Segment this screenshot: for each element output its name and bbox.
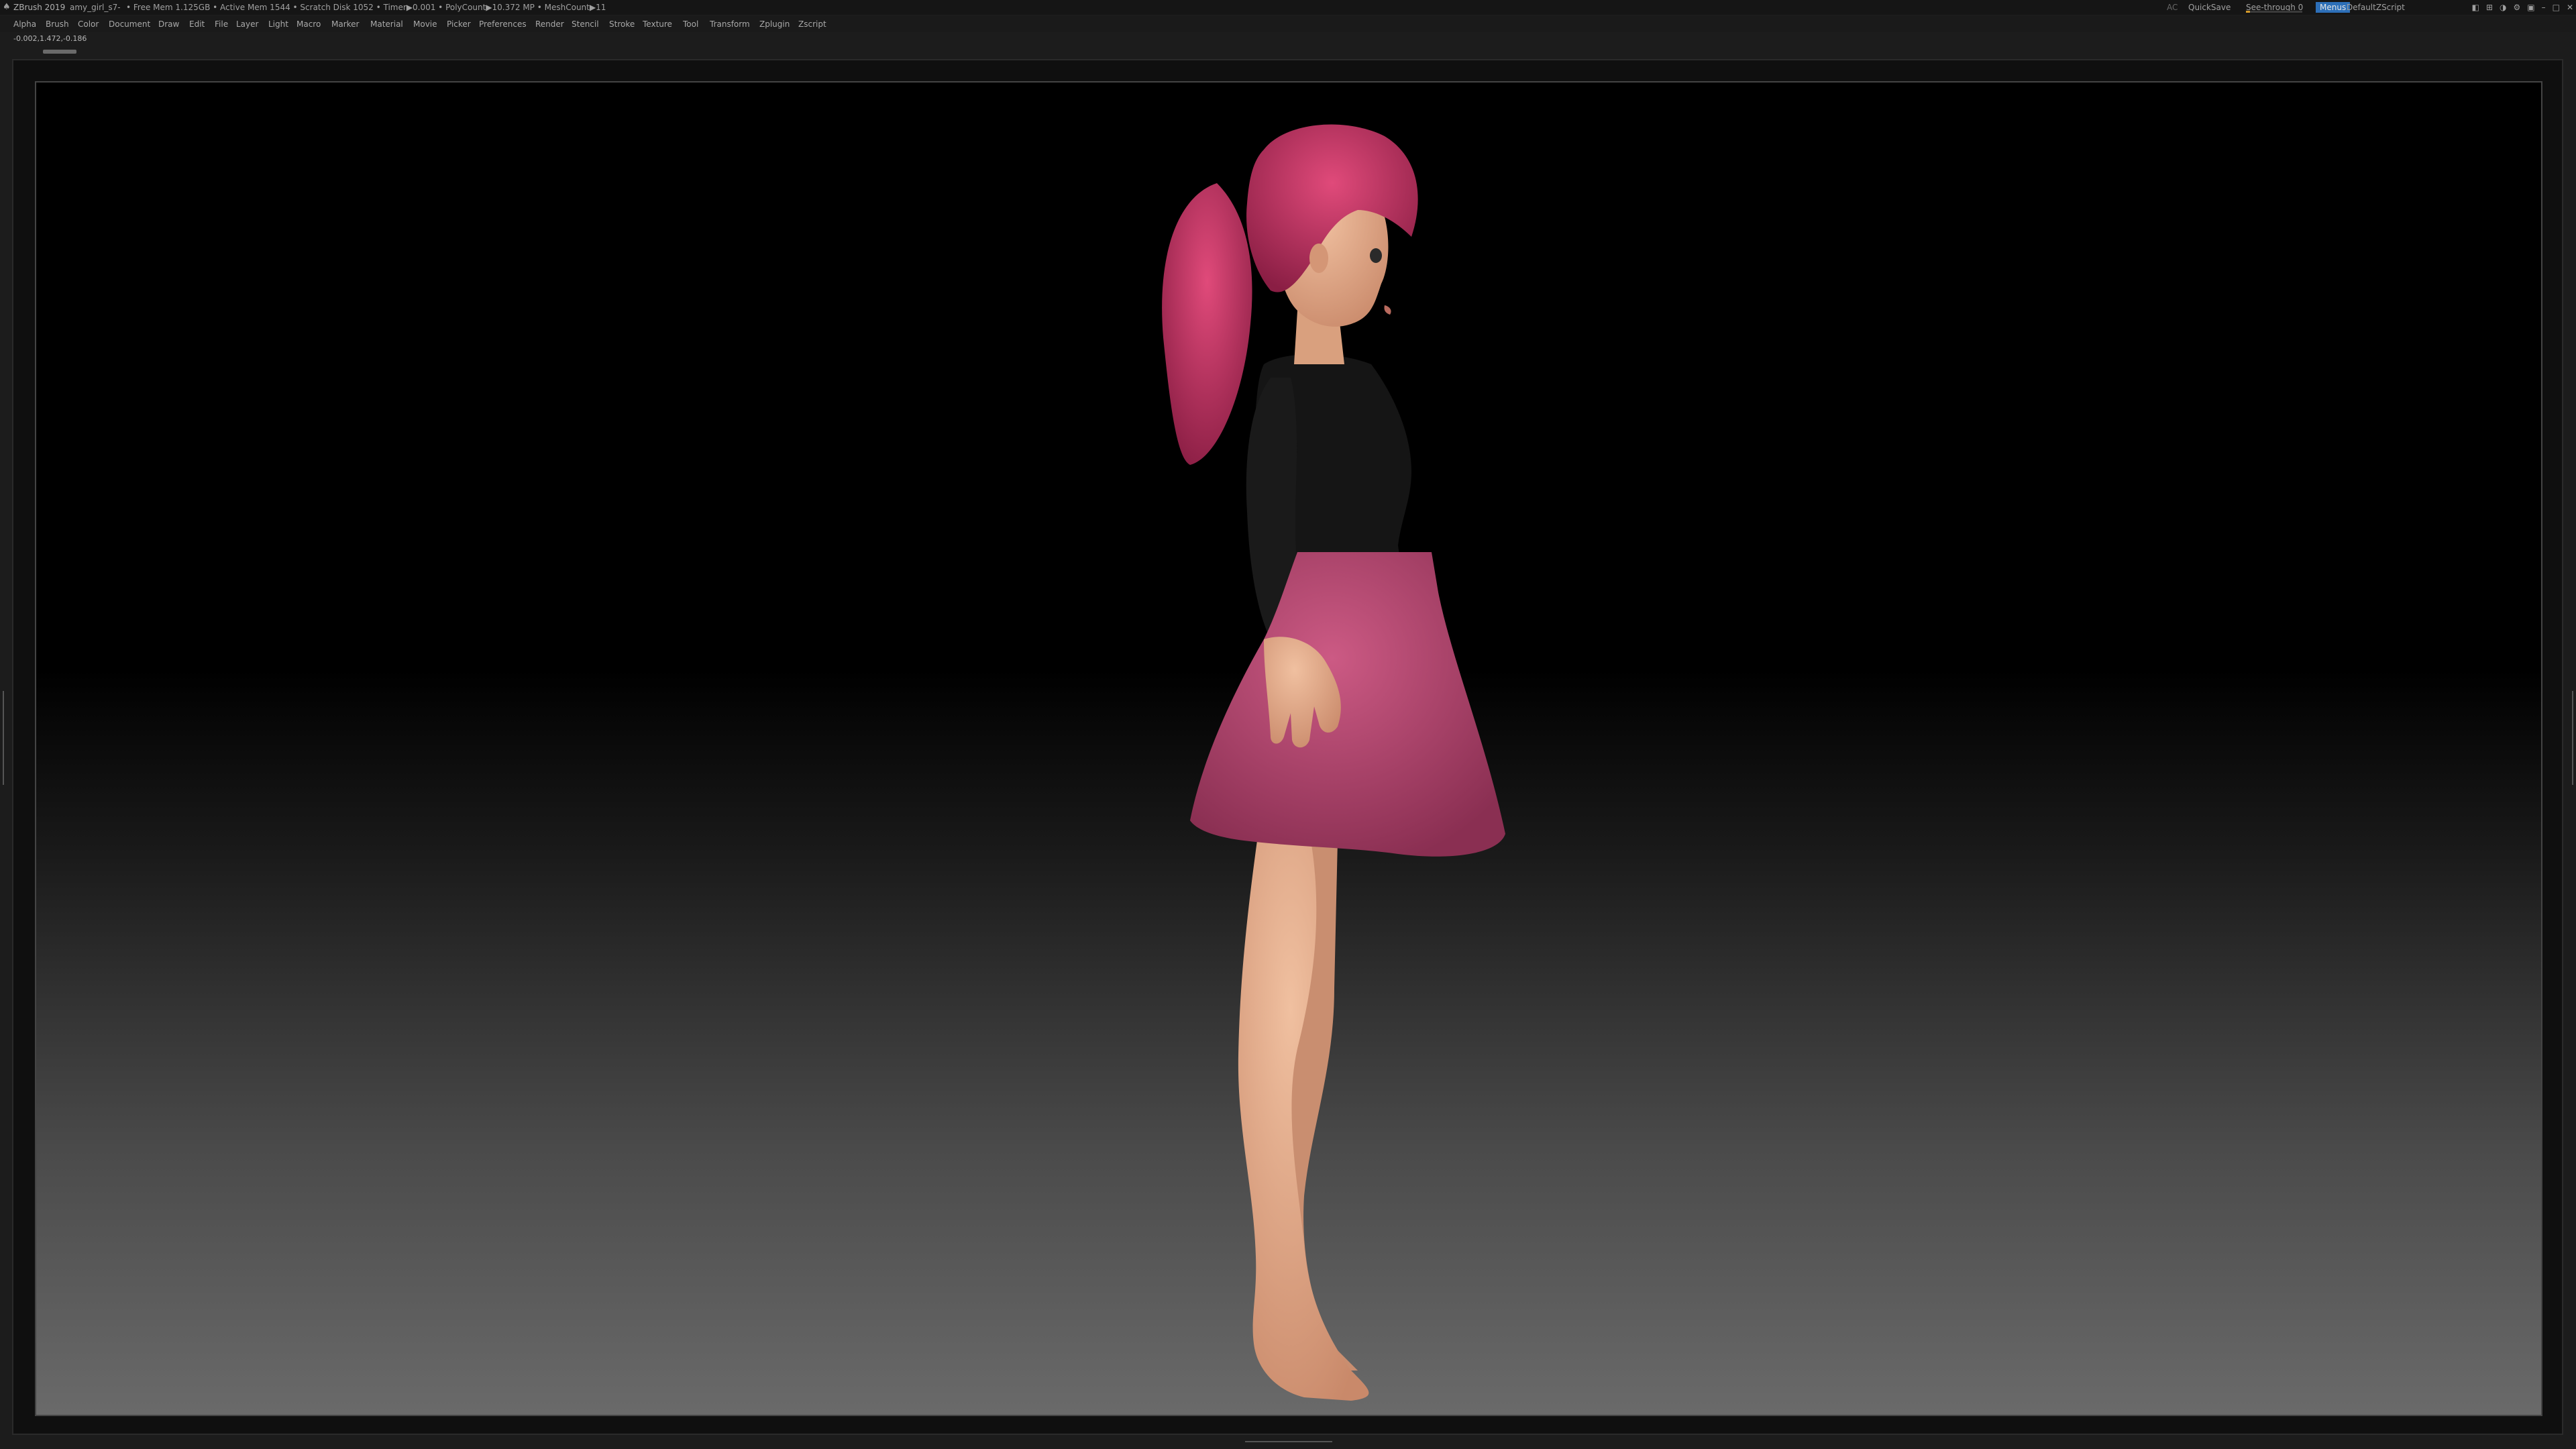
menu-zscript[interactable]: Zscript [798,16,826,32]
menu-stencil[interactable]: Stencil [572,16,599,32]
tray-scroll-handle[interactable] [43,50,76,54]
menu-texture[interactable]: Texture [643,16,672,32]
menu-preferences[interactable]: Preferences [479,16,527,32]
menu-file[interactable]: File [215,16,228,32]
menu-transform[interactable]: Transform [710,16,750,32]
lock-icon[interactable]: ▣ [2527,0,2534,15]
lips [1384,305,1391,315]
menu-stroke[interactable]: Stroke [609,16,635,32]
cursor-coordinates: -0.002,1.472,-0.186 [13,34,87,43]
ui-layout-icon[interactable]: ⊞ [2486,0,2493,15]
gear-icon[interactable]: ⚙ [2513,0,2520,15]
zbrush-logo-icon[interactable]: ♠ [3,0,11,15]
menus-button[interactable]: Menus [2316,2,2351,13]
ear [1309,244,1328,273]
menu-layer[interactable]: Layer [236,16,258,32]
menu-brush[interactable]: Brush [46,16,69,32]
menu-marker[interactable]: Marker [331,16,359,32]
pink-skirt [1190,552,1505,857]
canvas[interactable] [35,81,2542,1416]
memory-stats: • Free Mem 1.125GB • Active Mem 1544 • S… [126,3,606,12]
see-through-track [2246,11,2302,13]
see-through-fill [2246,11,2250,13]
title-bar: ♠ ZBrush 2019 amy_girl_s7- • Free Mem 1.… [0,0,2576,15]
eye [1370,248,1382,263]
menu-material[interactable]: Material [370,16,403,32]
menu-draw[interactable]: Draw [158,16,179,32]
menu-alpha[interactable]: Alpha [13,16,36,32]
menu-light[interactable]: Light [268,16,288,32]
menu-macro[interactable]: Macro [297,16,321,32]
file-name: amy_girl_s7- [70,3,121,12]
default-zscript-button[interactable]: DefaultZScript [2347,0,2405,15]
layout-icon[interactable]: ◧ [2472,0,2479,15]
menu-color[interactable]: Color [78,16,99,32]
ac-indicator[interactable]: AC [2167,0,2178,15]
menu-render[interactable]: Render [535,16,564,32]
menu-edit[interactable]: Edit [189,16,205,32]
window-controls: ◧ ⊞ ◑ ⚙ ▣ – □ ✕ [2472,0,2573,15]
minimize-icon[interactable]: – [2542,0,2546,15]
menu-picker[interactable]: Picker [447,16,471,32]
menu-movie[interactable]: Movie [413,16,437,32]
menu-document[interactable]: Document [109,16,150,32]
close-icon[interactable]: ✕ [2567,0,2573,15]
quicksave-button[interactable]: QuickSave [2188,0,2231,15]
theme-icon[interactable]: ◑ [2500,0,2506,15]
main-menu-bar: Alpha Brush Color Document Draw Edit Fil… [0,16,2576,32]
see-through-slider[interactable]: See-through 0 [2246,0,2303,15]
menu-tool[interactable]: Tool [683,16,698,32]
bottom-tray-handle[interactable] [1245,1441,1332,1446]
app-title: ZBrush 2019 [13,3,66,12]
right-tray-handle[interactable] [2567,691,2573,785]
left-tray-handle[interactable] [3,691,9,785]
ponytail [1162,183,1252,465]
maximize-icon[interactable]: □ [2553,0,2560,15]
character-model[interactable] [36,83,2541,1415]
menu-zplugin[interactable]: Zplugin [759,16,790,32]
